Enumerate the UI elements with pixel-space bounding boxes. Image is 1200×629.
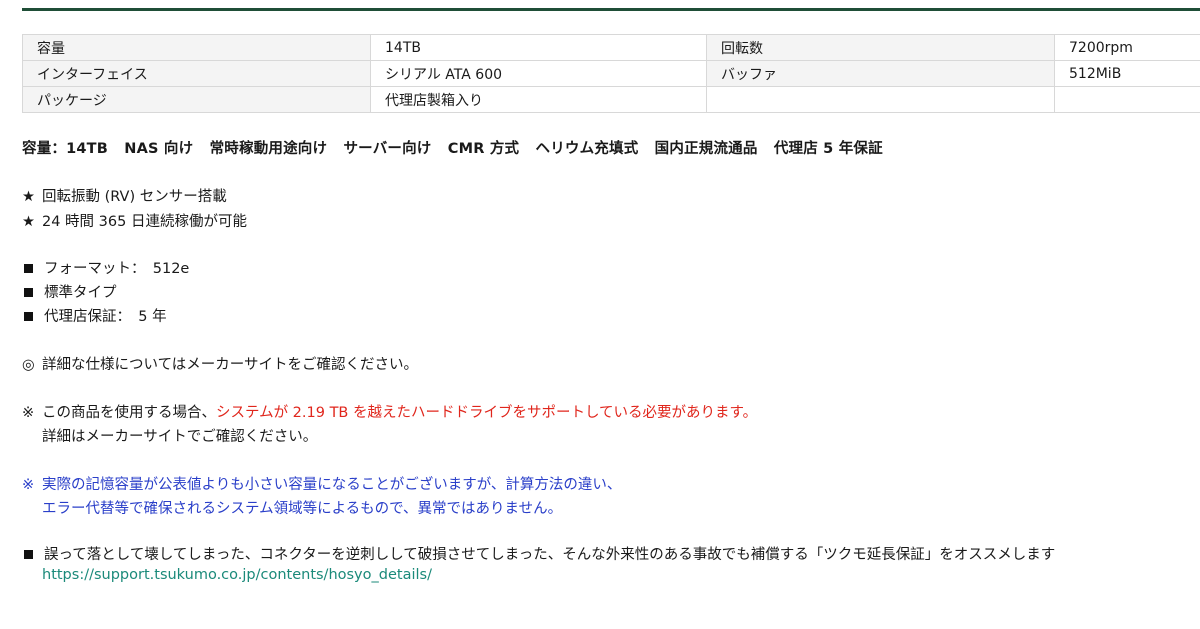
star-item-text: 24 時間 365 日連続稼働が可能 — [42, 214, 247, 230]
square-item: フォーマット： 512e — [22, 257, 189, 278]
spec-value: 代理店製箱入り — [370, 86, 707, 113]
square-item-text: 標準タイプ — [44, 285, 117, 301]
spec-empty-cell — [1054, 86, 1200, 113]
spec-value: 512MiB — [1054, 60, 1200, 87]
star-icon: ★ — [22, 189, 35, 205]
square-bullet-icon — [24, 312, 33, 321]
spec-value: 7200rpm — [1054, 34, 1200, 61]
square-bullet-icon — [24, 550, 33, 559]
spec-key: インターフェイス — [22, 60, 371, 87]
spec-value: 14TB — [370, 34, 707, 61]
square-item-text: フォーマット： 512e — [44, 261, 190, 277]
feature-tag: ヘリウム充填式 — [535, 141, 639, 157]
spec-value: シリアル ATA 600 — [370, 60, 707, 87]
spec-key: 容量 — [22, 34, 371, 61]
feature-tag: 国内正規流通品 — [654, 141, 758, 157]
notice-highlight: システムが 2.19 TB を越えたハードドライブをサポートしている必要がありま… — [216, 405, 758, 421]
spec-empty-cell — [706, 86, 1055, 113]
reference-mark-icon: ※ — [22, 405, 35, 421]
feature-tag: 常時稼動用途向け — [209, 141, 328, 157]
warranty-link[interactable]: https://support.tsukumo.co.jp/contents/h… — [42, 567, 432, 583]
spec-key: パッケージ — [22, 86, 371, 113]
notice-text: 詳細はメーカーサイトでご確認ください。 — [42, 429, 318, 445]
notice-text: 実際の記憶容量が公表値よりも小さい容量になることがございますが、計算方法の違い、 — [42, 477, 622, 493]
table-row: 容量 14TB 回転数 7200rpm — [22, 34, 1200, 61]
double-circle-icon: ◎ — [22, 357, 35, 373]
spec-key: 回転数 — [706, 34, 1055, 61]
feature-tags: 容量：14TB NAS 向け 常時稼動用途向け サーバー向け CMR 方式 ヘリ… — [22, 137, 894, 158]
warranty-text: 誤って落として壊してしまった、コネクターを逆刺しして破損させてしまった、そんな外… — [44, 547, 1056, 563]
star-item: ★ 24 時間 365 日連続稼働が可能 — [22, 210, 247, 231]
capacity-notice: ※ 実際の記憶容量が公表値よりも小さい容量になることがございますが、計算方法の違い… — [22, 473, 621, 494]
table-row: パッケージ 代理店製箱入り — [22, 86, 1200, 113]
square-bullet-icon — [24, 264, 33, 273]
square-bullet-icon — [24, 288, 33, 297]
notice-text: 詳細な仕様についてはメーカーサイトをご確認ください。 — [42, 357, 418, 373]
notice-text: この商品を使用する場合、 — [42, 405, 216, 421]
feature-tag: 容量：14TB — [22, 141, 109, 157]
feature-tag: 代理店 5 年保証 — [773, 141, 883, 157]
spec-detail-notice: ◎ 詳細な仕様についてはメーカーサイトをご確認ください。 — [22, 353, 418, 374]
table-row: インターフェイス シリアル ATA 600 バッファ 512MiB — [22, 60, 1200, 87]
feature-tag: CMR 方式 — [447, 141, 520, 157]
spec-table: 容量 14TB 回転数 7200rpm インターフェイス シリアル ATA 60… — [22, 34, 1200, 113]
notice-text: エラー代替等で確保されるシステム領域等によるもので、異常ではありません。 — [42, 501, 563, 517]
feature-tag: サーバー向け — [343, 141, 432, 157]
square-item: 標準タイプ — [22, 281, 117, 302]
star-icon: ★ — [22, 214, 35, 230]
star-item: ★ 回転振動 (RV) センサー搭載 — [22, 185, 227, 206]
system-requirement-notice: ※ この商品を使用する場合、システムが 2.19 TB を越えたハードドライブをサ… — [22, 401, 757, 422]
square-item: 代理店保証： 5 年 — [22, 305, 167, 326]
top-divider — [22, 8, 1200, 11]
warranty-link-row: https://support.tsukumo.co.jp/contents/h… — [22, 567, 432, 583]
feature-tag: NAS 向け — [124, 141, 194, 157]
warranty-notice: 誤って落として壊してしまった、コネクターを逆刺しして破損させてしまった、そんな外… — [22, 543, 1055, 564]
star-item-text: 回転振動 (RV) センサー搭載 — [42, 189, 227, 205]
square-item-text: 代理店保証： 5 年 — [44, 309, 167, 325]
reference-mark-icon: ※ — [22, 477, 35, 493]
spec-key: バッファ — [706, 60, 1055, 87]
